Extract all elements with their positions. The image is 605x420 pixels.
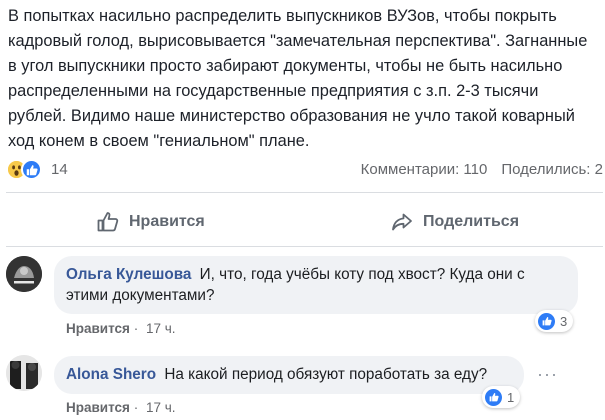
divider [6, 246, 603, 247]
like-button[interactable]: Нравится [96, 206, 205, 238]
comment-meta: Нравится · 17 ч. [66, 321, 176, 336]
more-options-icon[interactable]: ··· [537, 364, 558, 385]
share-button-label: Поделиться [423, 213, 520, 230]
thumbs-up-icon [97, 212, 119, 232]
meta-separator: · [133, 321, 139, 336]
comment-reaction-count: 3 [560, 313, 568, 329]
avatar[interactable] [6, 355, 42, 391]
avatar[interactable] [6, 256, 42, 292]
comment-reaction-count: 1 [507, 389, 515, 405]
comment-time[interactable]: 17 ч. [146, 321, 176, 336]
post-text: В попытках насильно распределить выпускн… [8, 7, 588, 150]
like-icon [485, 388, 502, 406]
post-stats: 14 Комментарии: 110 Поделились: 2 [0, 158, 605, 182]
share-button[interactable]: Поделиться [390, 206, 519, 238]
comments-count[interactable]: Комментарии: 110 [361, 161, 488, 178]
comment-bubble: Ольга Кулешова И, что, года учёбы коту п… [54, 256, 578, 314]
comment-meta: Нравится · 17 ч. [66, 400, 176, 415]
comment-author[interactable]: Ольга Кулешова [66, 266, 191, 283]
reaction-count[interactable]: 14 [51, 161, 68, 178]
comment-time[interactable]: 17 ч. [146, 400, 176, 415]
comment-bubble: Alona Shero На какой период обязуют пора… [54, 356, 524, 394]
comment-author[interactable]: Alona Shero [66, 366, 156, 383]
reactions-summary[interactable] [6, 159, 46, 181]
comment-reactions[interactable]: 3 [535, 310, 574, 332]
shares-count[interactable]: Поделились: 2 [501, 161, 603, 178]
comment-like-link[interactable]: Нравится [66, 400, 130, 415]
comment-like-link[interactable]: Нравится [66, 321, 130, 336]
divider [6, 192, 603, 193]
meta-separator: · [133, 400, 139, 415]
share-icon [392, 213, 412, 231]
like-icon [21, 159, 42, 180]
stats-counters: Комментарии: 110 Поделились: 2 [347, 161, 603, 178]
comment-reactions[interactable]: 1 [482, 386, 521, 408]
like-icon [538, 312, 555, 330]
like-button-label: Нравится [129, 213, 205, 230]
comment-text: На какой период обязуют поработать за ед… [164, 366, 488, 383]
